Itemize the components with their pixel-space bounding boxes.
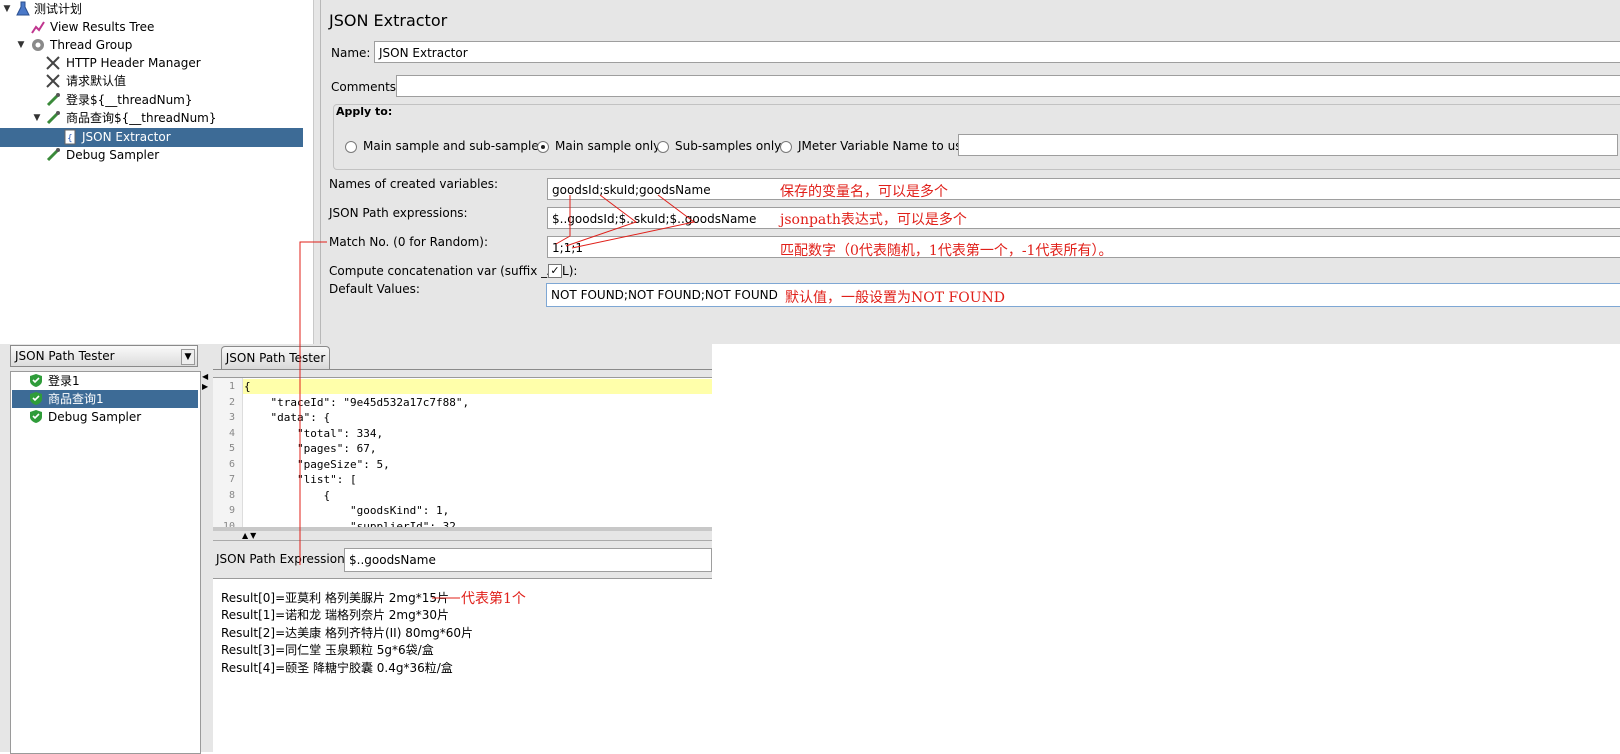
connector-line — [555, 195, 571, 245]
connector-line — [571, 194, 696, 249]
annotation-lines — [299, 194, 696, 599]
connector-line — [565, 194, 638, 247]
connector-line — [299, 241, 327, 565]
